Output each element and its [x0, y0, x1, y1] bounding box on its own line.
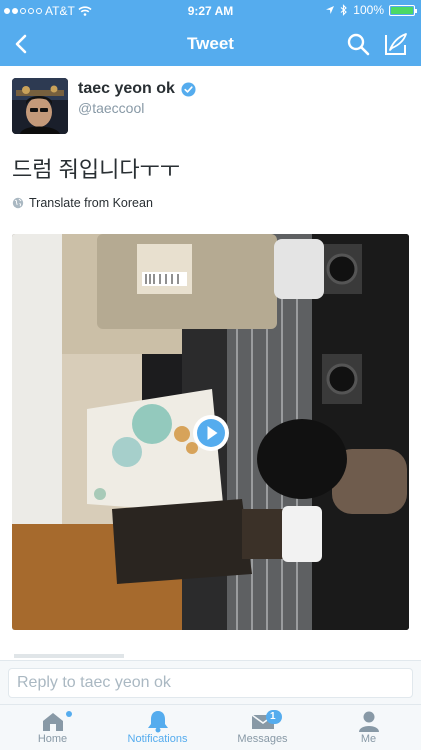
person-icon	[359, 711, 379, 732]
tweet-header: taec yeon ok @taeccool	[12, 78, 412, 138]
translate-label: Translate from Korean	[29, 196, 153, 210]
tab-notifications-label: Notifications	[127, 733, 188, 745]
top-bar: AT&T 9:27 AM 100% Tweet	[0, 0, 421, 66]
reply-input[interactable]: Reply to taec yeon ok	[8, 668, 413, 698]
tab-bar: Home Notifications Messages 1 Me	[0, 704, 421, 750]
play-button[interactable]	[193, 415, 229, 451]
reply-bar: Reply to taec yeon ok	[0, 660, 421, 704]
status-right: 100%	[325, 3, 417, 17]
home-icon	[43, 713, 63, 731]
tab-messages[interactable]: Messages	[210, 705, 315, 750]
bluetooth-icon	[340, 4, 348, 16]
timestamp-faded	[14, 654, 124, 658]
battery-percent: 100%	[353, 3, 384, 17]
location-arrow-icon	[326, 6, 335, 14]
author-handle[interactable]: @taeccool	[78, 100, 144, 116]
status-bar: AT&T 9:27 AM 100%	[0, 0, 421, 22]
tab-home-label: Home	[37, 733, 68, 745]
compose-icon[interactable]	[383, 31, 409, 57]
author-name-text: taec yeon ok	[78, 80, 175, 97]
bell-icon	[148, 711, 168, 733]
author-name[interactable]: taec yeon ok	[78, 80, 196, 98]
search-icon[interactable]	[345, 31, 371, 57]
tab-messages-label: Messages	[237, 733, 288, 745]
globe-icon	[12, 197, 24, 209]
verified-badge-icon	[181, 81, 196, 97]
tab-me[interactable]: Me	[316, 705, 421, 750]
home-new-indicator	[66, 711, 72, 717]
avatar[interactable]	[12, 78, 68, 134]
nav-bar: Tweet	[0, 22, 421, 66]
translate-link[interactable]: Translate from Korean	[12, 196, 153, 210]
messages-badge: 1	[266, 710, 282, 724]
tab-home[interactable]: Home	[0, 705, 105, 750]
tab-notifications[interactable]: Notifications	[105, 705, 210, 750]
play-icon	[194, 416, 228, 450]
tab-me-label: Me	[360, 733, 377, 745]
tweet-text: 드럼 줘입니다ㅜㅜ	[12, 157, 181, 182]
battery-icon	[389, 4, 417, 16]
